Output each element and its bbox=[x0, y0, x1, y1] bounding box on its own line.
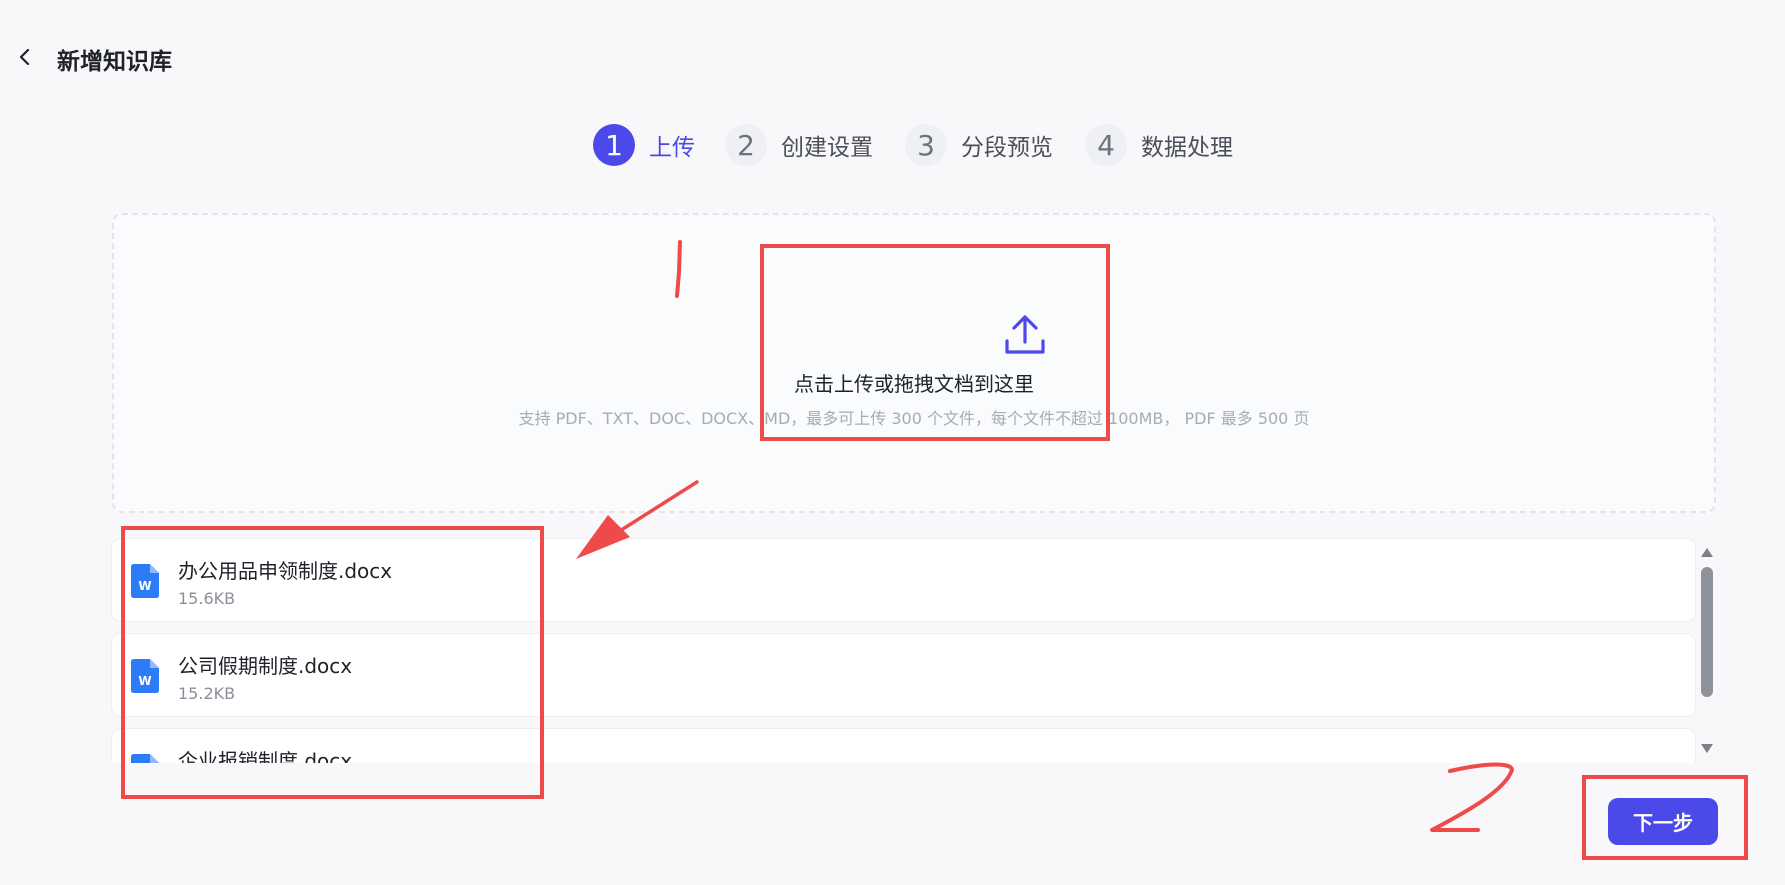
upload-icon bbox=[1005, 315, 1045, 354]
file-list-item[interactable]: W 公司假期制度.docx 15.2KB bbox=[111, 633, 1696, 717]
chevron-left-icon bbox=[19, 48, 30, 66]
file-name: 公司假期制度.docx bbox=[178, 654, 353, 678]
back-button[interactable] bbox=[12, 44, 38, 70]
word-file-icon: W bbox=[131, 564, 159, 598]
step-segment-preview[interactable]: 3 分段预览 bbox=[905, 122, 1053, 168]
step-label: 上传 bbox=[649, 135, 695, 161]
step-number: 4 bbox=[1085, 124, 1127, 166]
file-list-item[interactable]: W 办公用品申领制度.docx 15.6KB bbox=[111, 538, 1696, 622]
step-create-settings[interactable]: 2 创建设置 bbox=[725, 122, 873, 168]
upload-dropzone[interactable]: 点击上传或拖拽文档到这里 支持 PDF、TXT、DOC、DOCX、MD，最多可上… bbox=[112, 213, 1716, 513]
upload-hint: 支持 PDF、TXT、DOC、DOCX、MD，最多可上传 300 个文件，每个文… bbox=[518, 409, 1310, 428]
step-number: 1 bbox=[593, 124, 635, 166]
step-label: 创建设置 bbox=[781, 135, 873, 161]
file-size: 15.2KB bbox=[178, 684, 236, 703]
step-number: 3 bbox=[905, 124, 947, 166]
stepper: 1 上传 2 创建设置 3 分段预览 4 数据处理 bbox=[0, 122, 1785, 168]
step-upload[interactable]: 1 上传 bbox=[593, 122, 695, 168]
svg-text:W: W bbox=[138, 674, 151, 688]
word-file-icon: W bbox=[131, 754, 159, 763]
scroll-up-arrow[interactable] bbox=[1701, 548, 1713, 557]
upload-instruction: 点击上传或拖拽文档到这里 bbox=[794, 372, 1034, 396]
page-header: 新增知识库 bbox=[0, 0, 1785, 110]
page-title: 新增知识库 bbox=[57, 49, 172, 75]
step-data-processing[interactable]: 4 数据处理 bbox=[1085, 122, 1233, 168]
file-name: 企业报销制度.docx bbox=[178, 749, 353, 763]
scroll-down-arrow[interactable] bbox=[1701, 744, 1713, 753]
svg-text:W: W bbox=[138, 579, 151, 593]
file-list-item[interactable]: W 企业报销制度.docx bbox=[111, 728, 1696, 763]
scrollbar-thumb[interactable] bbox=[1701, 567, 1713, 697]
file-list: W 办公用品申领制度.docx 15.6KB W 公司假期制度.docx 15.… bbox=[111, 538, 1696, 763]
word-file-icon: W bbox=[131, 659, 159, 693]
annotation-number-two bbox=[1430, 762, 1514, 832]
next-step-button[interactable]: 下一步 bbox=[1608, 798, 1718, 845]
file-name: 办公用品申领制度.docx bbox=[178, 559, 393, 583]
step-number: 2 bbox=[725, 124, 767, 166]
step-label: 分段预览 bbox=[961, 135, 1053, 161]
file-size: 15.6KB bbox=[178, 589, 236, 608]
step-label: 数据处理 bbox=[1141, 135, 1233, 161]
